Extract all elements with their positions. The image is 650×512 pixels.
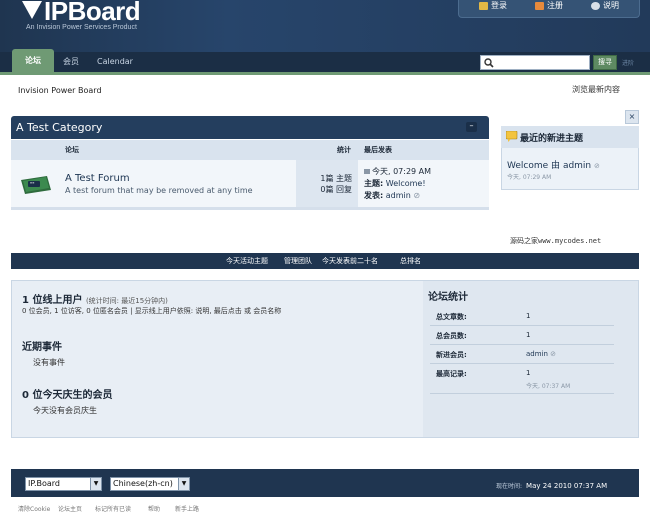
search-button[interactable]: 搜寻 <box>593 55 617 70</box>
today-active-topics-link[interactable]: 今天活动主题 <box>226 256 268 266</box>
profile-icon: ⊘ <box>413 191 421 200</box>
view-new-content-link[interactable]: 浏览最新内容 <box>572 84 620 95</box>
events-title: 近期事件 <box>22 342 62 353</box>
record-date: 今天, 07:37 AM <box>526 383 571 390</box>
close-sidebar-button[interactable]: × <box>625 110 639 124</box>
tab-forums[interactable]: 论坛 <box>12 49 54 72</box>
stat-label-posts: 总文章数: <box>436 313 467 321</box>
stat-divider <box>430 325 614 326</box>
stat-label-newest: 新进会员: <box>436 351 467 359</box>
online-note: (统计时间: 最近15分钟内) <box>85 297 168 305</box>
stat-value-posts: 1 <box>526 312 531 320</box>
last-topic-label: 主题: <box>364 179 384 188</box>
language-value: Chinese(zh-cn) <box>113 479 173 488</box>
user-bar: 登录 注册 说明 <box>458 0 640 18</box>
recent-topics-title: 最近的新进主题 <box>520 134 584 144</box>
advanced-search-link[interactable]: 进阶 <box>622 58 634 67</box>
search-icon <box>484 58 494 68</box>
language-select[interactable]: Chinese(zh-cn) ▼ <box>110 477 190 491</box>
clear-cookies-link[interactable]: 清除Cookie <box>18 504 50 512</box>
svg-text:"": "" <box>30 182 35 188</box>
forum-stats-title: 论坛统计 <box>428 292 468 303</box>
birthdays-text: 今天没有会员庆生 <box>33 406 97 415</box>
ranking-link[interactable]: 总排名 <box>400 256 421 266</box>
profile-icon: ⊘ <box>594 162 600 170</box>
speech-bubble-icon <box>506 131 518 142</box>
mark-all-read-link[interactable]: 标记所有已读 <box>95 504 131 512</box>
source-credit: 源码之家www.mycodes.net <box>510 237 602 245</box>
site-logo[interactable]: IPBoard <box>22 0 141 27</box>
category-column-header: 论坛 统计 最后发表 <box>11 140 489 160</box>
key-icon <box>479 1 488 10</box>
register-label: 注册 <box>547 1 563 10</box>
newbie-guide-link[interactable]: 新手上路 <box>175 504 199 512</box>
topic-count: 1篇 主题 <box>320 174 352 183</box>
search-input[interactable] <box>480 55 590 70</box>
stat-divider <box>430 344 614 345</box>
stat-value-newest[interactable]: admin ⊘ <box>526 350 556 358</box>
chevron-down-icon: ▼ <box>90 478 101 490</box>
stat-divider <box>430 363 614 364</box>
time-value: May 24 2010 07:37 AM <box>526 482 608 490</box>
site-tagline: An Invision Power Services Product <box>26 24 137 31</box>
logo-mark-icon <box>22 1 42 19</box>
staff-link[interactable]: 管理团队 <box>284 256 312 266</box>
profile-icon: ⊘ <box>550 350 557 358</box>
current-time: 现在时间: May 24 2010 07:37 AM <box>496 481 607 490</box>
newest-member-link[interactable]: admin <box>526 350 548 358</box>
tab-calendar[interactable]: Calendar <box>97 52 133 72</box>
online-count: 1 位线上用户 <box>22 295 83 306</box>
top-posters-link[interactable]: 今天发表前二十名 <box>322 256 378 266</box>
help-link[interactable]: 说明 <box>591 0 619 11</box>
col-forum: 论坛 <box>65 146 79 154</box>
last-post-date: 今天, 07:29 AM <box>372 167 432 176</box>
stat-value-members: 1 <box>526 331 531 339</box>
help-footer-link[interactable]: 帮助 <box>148 504 160 512</box>
forum-name-link[interactable]: A Test Forum <box>65 173 130 184</box>
recent-topic-item: Welcome 由 admin ⊘ <box>507 158 600 171</box>
collapse-category-button[interactable]: – <box>466 122 477 132</box>
login-link[interactable]: 登录 <box>479 0 507 11</box>
last-post-icon <box>364 169 370 174</box>
col-stats: 统计 <box>337 146 351 154</box>
category-title[interactable]: A Test Category <box>11 116 489 139</box>
skin-select[interactable]: IP.Board ▼ <box>25 477 102 491</box>
stat-value-record: 1 <box>526 369 531 377</box>
last-topic-link[interactable]: Welcome! <box>386 179 426 188</box>
footer-links: 清除Cookie 论坛主页 标记所有已读 帮助 新手上路 <box>0 500 650 512</box>
chevron-down-icon: ▼ <box>178 478 189 490</box>
register-icon <box>535 1 544 10</box>
last-poster-link[interactable]: admin <box>386 191 411 200</box>
recent-topic-author[interactable]: admin <box>563 161 591 171</box>
stat-label-record: 最高记录: <box>436 370 467 378</box>
birthdays-title: 0 位今天庆生的会员 <box>22 390 113 401</box>
stat-divider <box>430 393 614 394</box>
online-detail: 0 位会员, 1 位访客, 0 位匿名会员 | 显示线上用户依照: 说明, 最后… <box>22 307 282 315</box>
help-label: 说明 <box>603 1 619 10</box>
online-users-title: 1 位线上用户 (统计时间: 最近15分钟内) <box>22 291 168 306</box>
register-link[interactable]: 注册 <box>535 0 563 11</box>
events-text: 没有事件 <box>33 358 65 367</box>
stat-label-members: 总会员数: <box>436 332 467 340</box>
reply-count: 0篇 回复 <box>320 185 352 194</box>
recent-topic-by: 由 <box>551 161 561 171</box>
recent-topic-link[interactable]: Welcome <box>507 161 548 171</box>
tab-members[interactable]: 会员 <box>63 52 79 72</box>
forum-stats: 1篇 主题 0篇 回复 <box>296 160 358 207</box>
help-icon <box>591 1 600 10</box>
board-links-bar: 今天活动主题 管理团队 今天发表前二十名 总排名 <box>11 253 639 269</box>
last-post-info: 今天, 07:29 AM 主题: Welcome! 发表: admin ⊘ <box>364 166 431 202</box>
skin-value: IP.Board <box>28 479 60 488</box>
col-last-post: 最后发表 <box>364 146 392 154</box>
recent-topic-date: 今天, 07:29 AM <box>507 174 552 181</box>
nav-underline <box>0 72 650 75</box>
forum-icon: "" <box>21 176 51 194</box>
forum-description: A test forum that may be removed at any … <box>65 186 253 195</box>
logo-text: IPBoard <box>44 0 141 26</box>
time-label: 现在时间: <box>496 483 523 490</box>
last-by-label: 发表: <box>364 191 384 200</box>
breadcrumb[interactable]: Invision Power Board <box>18 86 102 95</box>
login-label: 登录 <box>491 1 507 10</box>
board-index-link[interactable]: 论坛主页 <box>58 504 82 512</box>
